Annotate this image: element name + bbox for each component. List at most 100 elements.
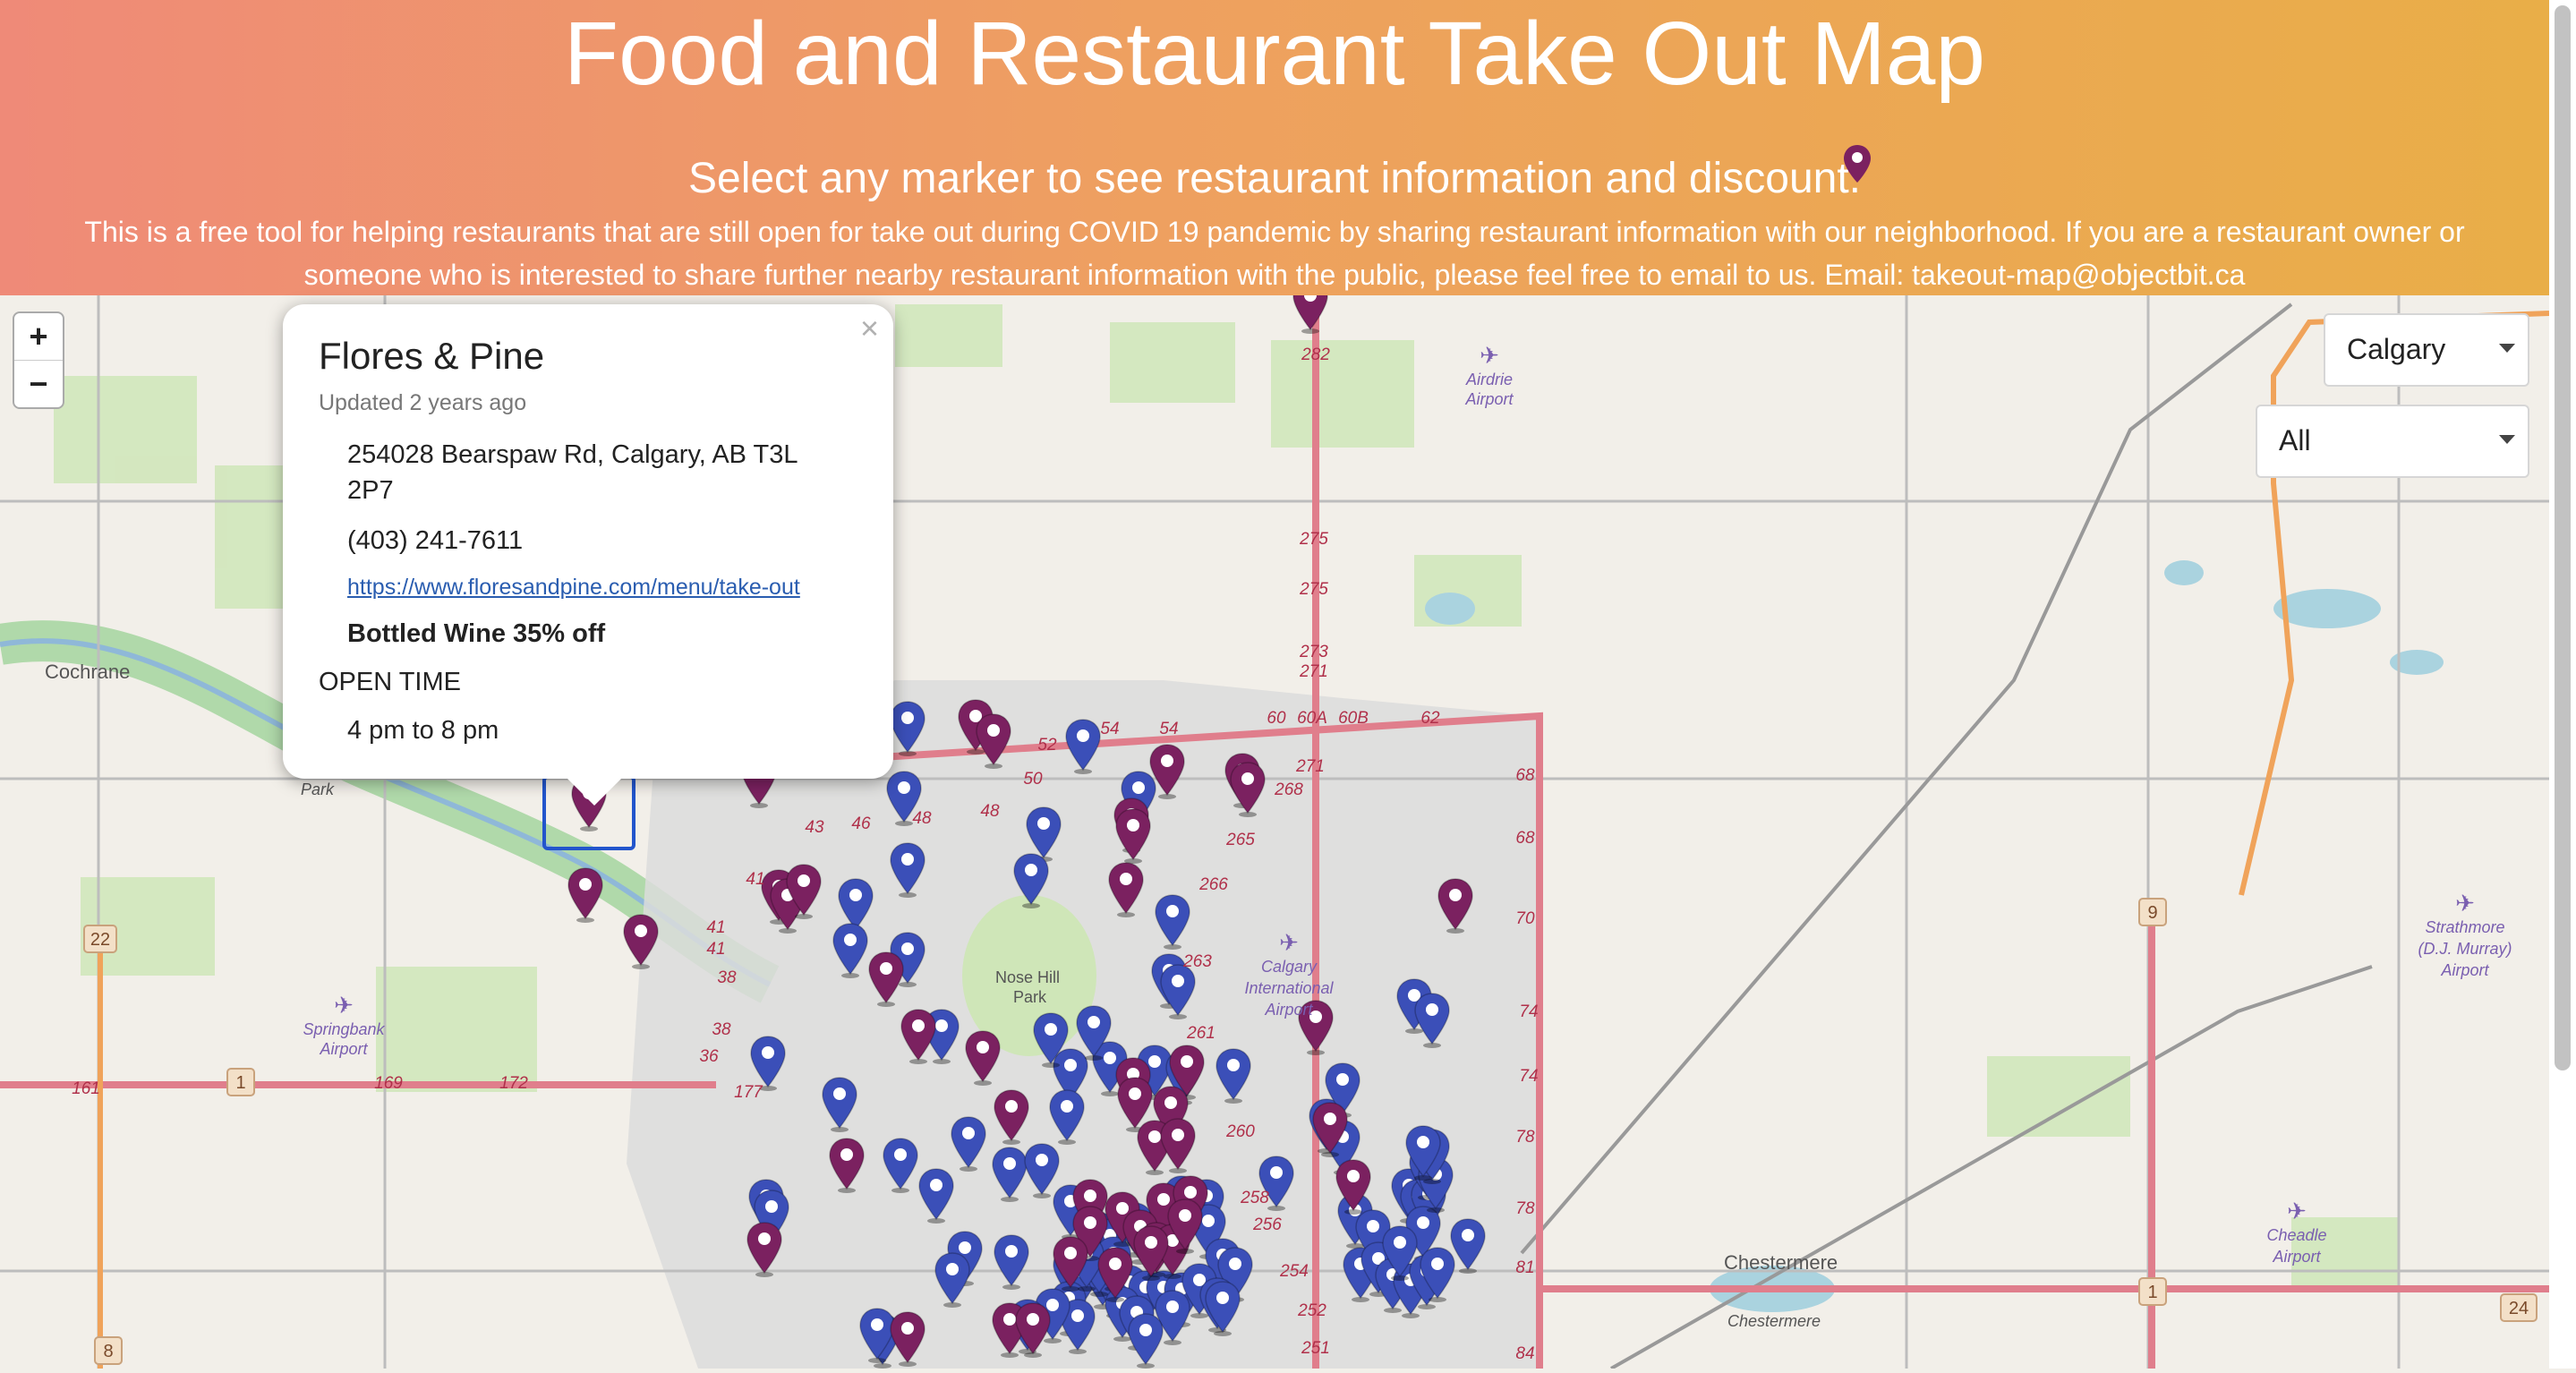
- road-label: 172: [499, 1074, 528, 1093]
- road-label: 258: [1240, 1189, 1269, 1207]
- road-label: 260: [1225, 1122, 1255, 1141]
- road-label: 60: [1267, 709, 1286, 728]
- road-label: 43: [805, 818, 824, 837]
- airport-strathmore-2: (D.J. Murray): [2418, 940, 2512, 958]
- road-label: 68: [1515, 829, 1535, 848]
- road-shield-8: 8: [103, 1342, 113, 1361]
- road-label: 48: [980, 802, 1000, 821]
- airport-calgary-1: Calgary: [1261, 958, 1318, 976]
- airport-cheadle-1: Cheadle: [2266, 1226, 2326, 1244]
- plane-icon: ✈: [1480, 342, 1499, 369]
- restaurant-phone: (403) 241-7611: [347, 526, 524, 555]
- road-label: 74: [1519, 1002, 1538, 1021]
- road-label: 256: [1252, 1215, 1282, 1234]
- road-shield-9: 9: [2147, 903, 2157, 923]
- airport-springbank-2: Airport: [319, 1040, 368, 1058]
- city-select-value: Calgary: [2347, 333, 2446, 365]
- place-cochrane: Cochrane: [45, 661, 130, 683]
- category-select-value: All: [2279, 424, 2311, 456]
- restaurant-address: 254028 Bearspaw Rd, Calgary, AB T3L 2P7: [347, 440, 798, 505]
- page-instruction: Select any marker to see restaurant info…: [687, 155, 1861, 202]
- zoom-control: + −: [13, 311, 64, 409]
- place-chestermere-small: Chestermere: [1727, 1312, 1821, 1330]
- road-label: 60A: [1297, 709, 1327, 728]
- road-label: 50: [1023, 770, 1043, 789]
- plane-icon: ✈: [1279, 929, 1299, 956]
- road-label: 84: [1515, 1344, 1534, 1363]
- zoom-out-button[interactable]: −: [14, 361, 63, 407]
- road-label: 46: [851, 814, 871, 833]
- plane-icon: ✈: [334, 992, 354, 1019]
- road-label: 70: [1515, 909, 1535, 928]
- scrollbar-thumb[interactable]: [2555, 5, 2571, 1070]
- road-label: 161: [72, 1079, 100, 1098]
- page-title: Food and Restaurant Take Out Map: [564, 4, 1985, 104]
- road-shield-22: 22: [90, 930, 110, 950]
- road-label: 271: [1295, 757, 1325, 776]
- open-time-value: 4 pm to 8 pm: [347, 716, 499, 745]
- restaurant-popup: × Flores & Pine Updated 2 years ago 2540…: [283, 304, 893, 806]
- road-shield-1a: 1: [235, 1073, 245, 1093]
- chevron-down-icon: [2499, 435, 2515, 444]
- road-label: 68: [1515, 766, 1535, 785]
- road-shield-1b: 1: [2147, 1283, 2157, 1302]
- road-label: 273: [1299, 643, 1328, 661]
- road-label: 48: [912, 809, 932, 828]
- road-label: 36: [699, 1047, 719, 1066]
- restaurant-website-link[interactable]: https://www.floresandpine.com/menu/take-…: [347, 575, 800, 601]
- road-label: 78: [1515, 1199, 1535, 1218]
- road-label: 265: [1225, 831, 1255, 849]
- airport-calgary-2: International: [1244, 979, 1334, 997]
- road-label: 54: [1100, 720, 1119, 738]
- road-label: 261: [1186, 1024, 1215, 1043]
- place-nose-hill-1: Nose Hill: [995, 968, 1060, 986]
- road-label: 169: [374, 1074, 403, 1093]
- road-label: 254: [1279, 1262, 1309, 1281]
- page-description: This is a free tool for helping restaura…: [84, 216, 2465, 291]
- city-select[interactable]: Calgary: [2324, 313, 2529, 387]
- place-park: Park: [301, 780, 335, 798]
- road-label: 177: [734, 1083, 763, 1102]
- open-time-label: OPEN TIME: [319, 668, 461, 696]
- popup-close-button[interactable]: ×: [860, 310, 879, 347]
- airport-strathmore-3: Airport: [2440, 961, 2489, 979]
- airport-springbank-1: Springbank: [303, 1020, 385, 1038]
- road-label: 266: [1198, 875, 1228, 894]
- airport-calgary-3: Airport: [1264, 1001, 1313, 1019]
- popup-tip: [567, 779, 621, 806]
- zoom-in-button[interactable]: +: [14, 313, 63, 361]
- road-label: 251: [1301, 1339, 1330, 1358]
- place-chestermere: Chestermere: [1724, 1251, 1838, 1274]
- road-label: 62: [1420, 709, 1440, 728]
- road-label: 275: [1299, 580, 1328, 599]
- road-label: 252: [1297, 1301, 1326, 1320]
- road-label: 81: [1515, 1258, 1534, 1277]
- chevron-down-icon: [2499, 344, 2515, 353]
- road-label: 271: [1299, 662, 1328, 681]
- plane-icon: ✈: [2287, 1198, 2307, 1224]
- marker-icon: [1844, 145, 1871, 183]
- restaurant-discount: Bottled Wine 35% off: [347, 619, 606, 648]
- road-label: 74: [1519, 1067, 1538, 1086]
- road-label: 41: [706, 940, 725, 959]
- restaurant-name: Flores & Pine: [319, 335, 545, 377]
- airport-cheadle-2: Airport: [2272, 1248, 2321, 1266]
- airport-strathmore-1: Strathmore: [2425, 918, 2504, 936]
- plane-icon: ✈: [2455, 890, 2475, 917]
- road-label: 38: [712, 1020, 731, 1039]
- restaurant-updated: Updated 2 years ago: [319, 390, 527, 415]
- road-label: 41: [706, 918, 725, 937]
- road-label: 38: [717, 968, 737, 987]
- road-label: 275: [1299, 530, 1328, 549]
- road-label: 268: [1274, 780, 1303, 799]
- road-label: 78: [1515, 1128, 1535, 1147]
- road-label: 54: [1159, 720, 1178, 738]
- road-label: 282: [1301, 345, 1330, 364]
- road-label: 52: [1037, 736, 1057, 755]
- category-select[interactable]: All: [2256, 405, 2529, 478]
- place-nose-hill-2: Park: [1013, 988, 1047, 1006]
- airport-airdrie-1: Airdrie: [1465, 371, 1513, 388]
- road-label: 60B: [1338, 709, 1369, 728]
- road-label: 41: [746, 870, 764, 889]
- airport-airdrie-2: Airport: [1464, 390, 1514, 408]
